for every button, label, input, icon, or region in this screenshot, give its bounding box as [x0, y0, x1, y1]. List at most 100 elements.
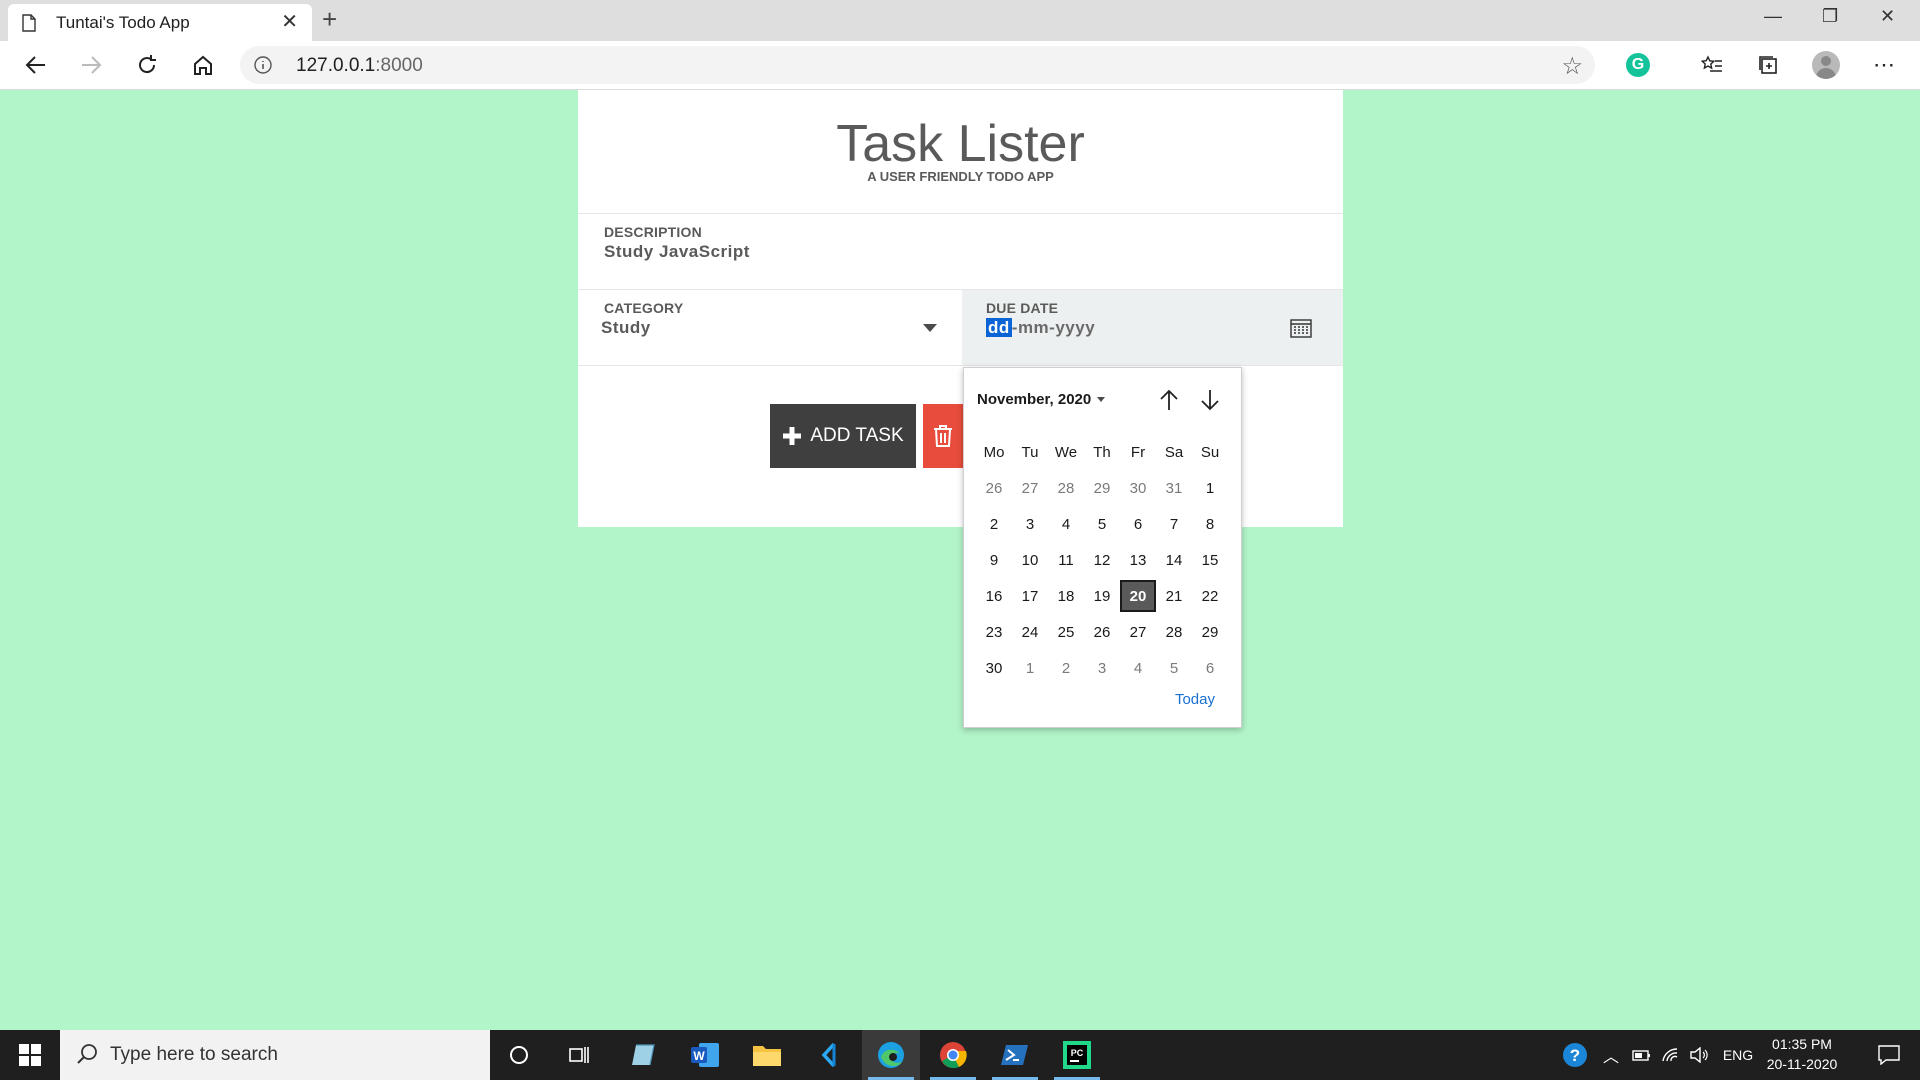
chrome-icon[interactable] — [924, 1030, 982, 1080]
calendar-day[interactable]: 27 — [1012, 472, 1048, 504]
address-bar[interactable]: 127.0.0.1:8000 ☆ — [240, 46, 1595, 84]
next-month-icon[interactable] — [1196, 386, 1224, 414]
word-icon[interactable]: W — [676, 1030, 734, 1080]
browser-toolbar: 127.0.0.1:8000 ☆ G ⋯ — [0, 41, 1920, 90]
volume-icon[interactable] — [1686, 1030, 1712, 1080]
calendar-day[interactable]: 24 — [1012, 616, 1048, 648]
calendar-day[interactable]: 9 — [976, 544, 1012, 576]
due-date-value[interactable]: dd -mm-yyyy — [986, 318, 1095, 338]
refresh-icon[interactable] — [131, 49, 163, 81]
grammarly-icon[interactable]: G — [1622, 49, 1654, 81]
calendar-day[interactable]: 10 — [1012, 544, 1048, 576]
help-icon[interactable]: ? — [1558, 1030, 1592, 1080]
calendar-day[interactable]: 12 — [1084, 544, 1120, 576]
calendar-day[interactable]: 17 — [1012, 580, 1048, 612]
windows-start-icon[interactable] — [0, 1030, 60, 1080]
browser-tab[interactable]: Tuntai's Todo App ✕ — [8, 4, 312, 41]
forward-icon[interactable] — [75, 49, 107, 81]
calendar-day-selected[interactable]: 20 — [1120, 580, 1156, 612]
profile-avatar[interactable] — [1810, 49, 1842, 81]
calendar-day[interactable]: 26 — [1084, 616, 1120, 648]
add-task-button[interactable]: ADD TASK — [770, 404, 916, 468]
vscode-icon[interactable] — [800, 1030, 858, 1080]
description-label: DESCRIPTION — [604, 224, 702, 240]
cortana-icon[interactable] — [490, 1030, 548, 1080]
calendar-day[interactable]: 11 — [1048, 544, 1084, 576]
calendar-day[interactable]: 28 — [1156, 616, 1192, 648]
calendar-day[interactable]: 15 — [1192, 544, 1228, 576]
pycharm-icon[interactable]: PC — [1048, 1030, 1106, 1080]
delete-task-button[interactable] — [923, 404, 963, 468]
notes-app-icon[interactable] — [614, 1030, 672, 1080]
calendar-day[interactable]: 21 — [1156, 580, 1192, 612]
due-date-input[interactable]: DUE DATE dd -mm-yyyy — [962, 290, 1343, 365]
calendar-day[interactable]: 23 — [976, 616, 1012, 648]
calendar-day[interactable]: 30 — [976, 652, 1012, 684]
previous-month-icon[interactable] — [1155, 386, 1183, 414]
due-date-label: DUE DATE — [986, 300, 1059, 316]
calendar-day[interactable]: 22 — [1192, 580, 1228, 612]
taskbar-search-box[interactable]: Type here to search — [60, 1030, 490, 1080]
calendar-day[interactable]: 30 — [1120, 472, 1156, 504]
calendar-day[interactable]: 3 — [1084, 652, 1120, 684]
notifications-icon[interactable] — [1864, 1030, 1914, 1080]
calendar-day[interactable]: 13 — [1120, 544, 1156, 576]
calendar-grid: Mo Tu We Th Fr Sa Su 26 27 28 29 30 31 1 2 3 4 5 6 7 8 9 10 11 1… — [976, 434, 1228, 686]
calendar-day[interactable]: 3 — [1012, 508, 1048, 540]
calendar-day[interactable]: 27 — [1120, 616, 1156, 648]
new-tab-icon[interactable]: + — [322, 6, 337, 32]
description-input[interactable]: Study JavaScript — [604, 242, 750, 262]
chevron-down-icon[interactable] — [923, 324, 937, 332]
restore-icon[interactable]: ❐ — [1822, 6, 1838, 27]
calendar-day[interactable]: 18 — [1048, 580, 1084, 612]
calendar-day[interactable]: 4 — [1120, 652, 1156, 684]
calendar-day[interactable]: 7 — [1156, 508, 1192, 540]
minimize-icon[interactable]: — — [1764, 6, 1782, 27]
svg-text:W: W — [693, 1049, 705, 1063]
calendar-icon[interactable] — [1290, 318, 1312, 338]
plus-icon — [783, 427, 802, 445]
calendar-day[interactable]: 28 — [1048, 472, 1084, 504]
favorite-star-icon[interactable]: ☆ — [1561, 52, 1583, 81]
more-menu-icon[interactable]: ⋯ — [1868, 49, 1900, 81]
calendar-day[interactable]: 19 — [1084, 580, 1120, 612]
weekday-header-row: Mo Tu We Th Fr Sa Su — [976, 434, 1228, 470]
calendar-day[interactable]: 8 — [1192, 508, 1228, 540]
calendar-day[interactable]: 29 — [1084, 472, 1120, 504]
calendar-day[interactable]: 29 — [1192, 616, 1228, 648]
month-year-dropdown[interactable]: November, 2020 — [977, 391, 1106, 408]
calendar-day[interactable]: 26 — [976, 472, 1012, 504]
info-icon[interactable] — [254, 56, 272, 74]
wifi-icon[interactable] — [1658, 1030, 1684, 1080]
battery-icon[interactable] — [1628, 1030, 1654, 1080]
calendar-day[interactable]: 6 — [1120, 508, 1156, 540]
today-link[interactable]: Today — [1175, 691, 1215, 708]
calendar-day[interactable]: 1 — [1192, 472, 1228, 504]
month-year-segment[interactable]: -mm-yyyy — [1012, 318, 1095, 337]
task-view-icon[interactable] — [550, 1030, 608, 1080]
calendar-day[interactable]: 14 — [1156, 544, 1192, 576]
calendar-day[interactable]: 2 — [1048, 652, 1084, 684]
calendar-day[interactable]: 16 — [976, 580, 1012, 612]
day-segment[interactable]: dd — [986, 318, 1012, 337]
collections-icon[interactable] — [1752, 49, 1784, 81]
powershell-icon[interactable] — [986, 1030, 1044, 1080]
calendar-day[interactable]: 6 — [1192, 652, 1228, 684]
calendar-day[interactable]: 4 — [1048, 508, 1084, 540]
calendar-day[interactable]: 1 — [1012, 652, 1048, 684]
calendar-day[interactable]: 5 — [1084, 508, 1120, 540]
file-explorer-icon[interactable] — [738, 1030, 796, 1080]
edge-browser-icon[interactable] — [862, 1030, 920, 1080]
chevron-up-icon[interactable]: ︿ — [1598, 1030, 1624, 1080]
system-clock[interactable]: 01:35 PM 20-11-2020 — [1752, 1034, 1852, 1074]
close-tab-icon[interactable]: ✕ — [281, 11, 298, 33]
window-close-icon[interactable]: ✕ — [1880, 6, 1895, 27]
back-icon[interactable] — [20, 49, 52, 81]
home-icon[interactable] — [187, 49, 219, 81]
favorites-icon[interactable] — [1696, 49, 1728, 81]
calendar-day[interactable]: 25 — [1048, 616, 1084, 648]
weekday-label: Fr — [1130, 443, 1146, 461]
calendar-day[interactable]: 5 — [1156, 652, 1192, 684]
calendar-day[interactable]: 2 — [976, 508, 1012, 540]
calendar-day[interactable]: 31 — [1156, 472, 1192, 504]
